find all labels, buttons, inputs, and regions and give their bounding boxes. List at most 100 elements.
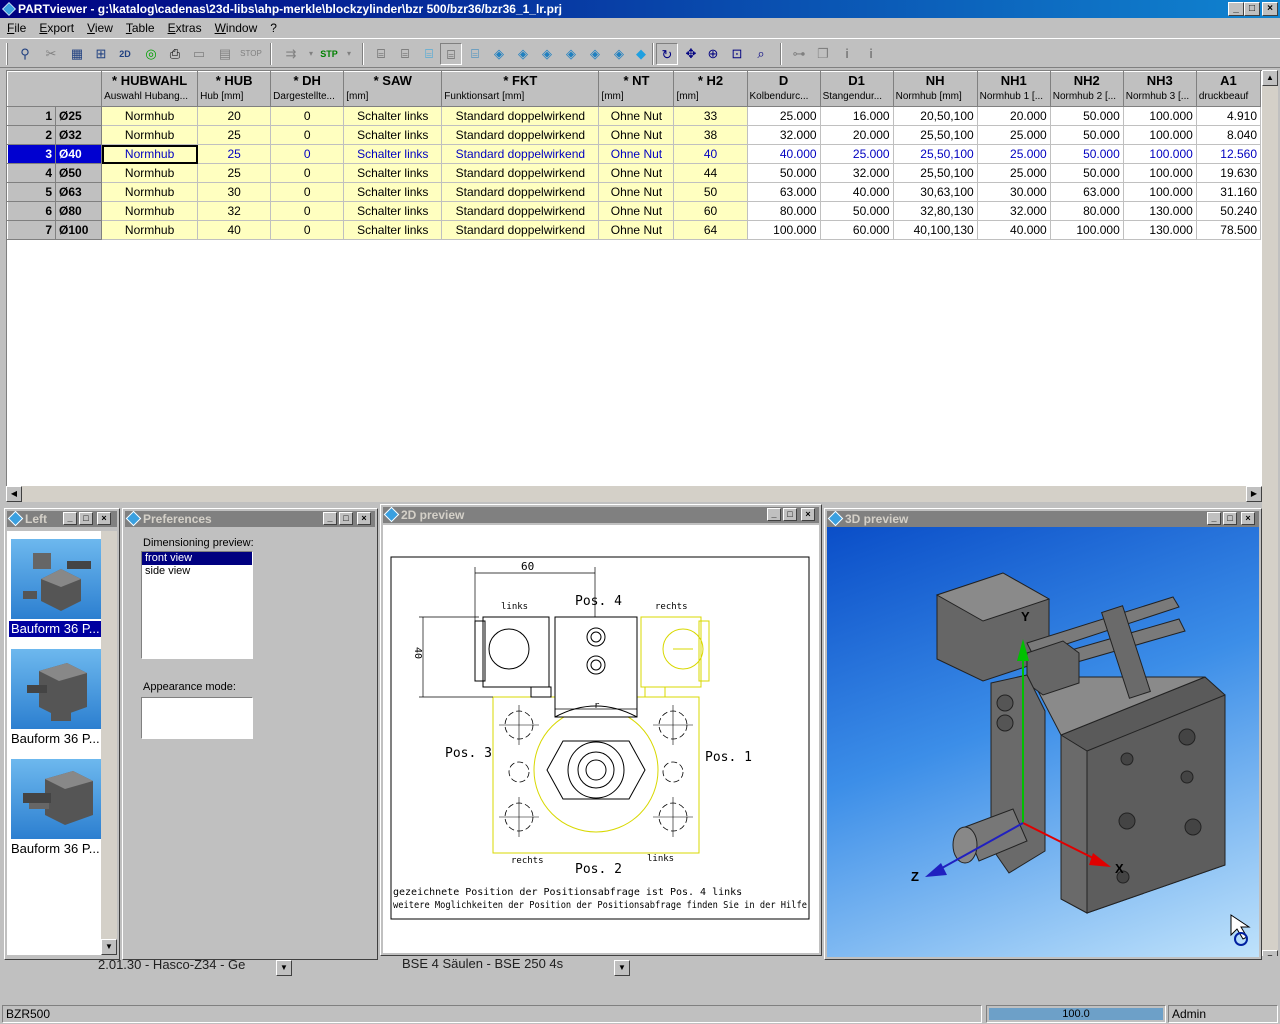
column-header[interactable]: * DH Dargestellte... <box>270 71 345 107</box>
table-cell[interactable]: 100.000 <box>1050 220 1124 240</box>
table-cell[interactable]: 40.000 <box>820 182 894 202</box>
column-header[interactable]: A1 druckbeauf <box>1195 71 1262 107</box>
cube7-icon[interactable]: ◆ <box>630 43 652 65</box>
table-cell[interactable]: 20.000 <box>820 125 894 145</box>
viewport-3d[interactable]: Y X Z <box>827 527 1259 957</box>
thumbnail-image[interactable] <box>11 759 103 839</box>
menu-help[interactable]: ? <box>263 18 283 38</box>
table-row[interactable]: 5 Ø63 Normhub 30 0 Schalter links Standard dop… <box>7 182 1262 202</box>
table-cell[interactable]: Normhub <box>101 201 199 221</box>
stop-icon[interactable]: STOP <box>240 43 262 65</box>
maximize-button[interactable]: □ <box>1244 2 1260 16</box>
row-name[interactable]: Ø100 <box>55 220 103 240</box>
left-panel-scrollbar[interactable]: ▼ <box>101 531 117 955</box>
table-cell[interactable]: 25.000 <box>977 144 1051 164</box>
menu-file[interactable]: File <box>0 18 32 38</box>
cube1-icon[interactable]: ◈ <box>488 43 510 65</box>
appearance-listbox[interactable] <box>141 697 253 739</box>
scroll-right-button[interactable]: ▶ <box>1246 486 1262 502</box>
table-cell[interactable]: Ohne Nut <box>598 163 675 183</box>
menu-extras[interactable]: Extras <box>161 18 208 38</box>
zoom-window-icon[interactable]: ⌕ <box>750 43 772 65</box>
table-cell[interactable]: 50.000 <box>1050 144 1124 164</box>
table-cell[interactable]: 50.000 <box>820 201 894 221</box>
info-icon[interactable]: i <box>836 43 858 65</box>
table-cell[interactable]: 0 <box>270 125 345 145</box>
table-cell[interactable]: 100.000 <box>1123 125 1197 145</box>
table-cell[interactable]: Standard doppelwirkend <box>441 144 600 164</box>
table-cell[interactable]: 40,100,130 <box>893 220 978 240</box>
drawing-canvas[interactable]: 60 40 r links rechts Pos. 4 Pos. 3 Pos. … <box>383 525 819 953</box>
table-cell[interactable]: Ohne Nut <box>598 220 675 240</box>
thumbnail-image[interactable] <box>11 539 103 619</box>
table-cell[interactable]: 40.000 <box>977 220 1051 240</box>
table-cell[interactable]: 8.040 <box>1196 125 1262 145</box>
row-name[interactable]: Ø63 <box>55 182 103 202</box>
cube6-icon[interactable]: ◈ <box>608 43 630 65</box>
table-cell[interactable]: 0 <box>270 163 345 183</box>
rotate-icon[interactable]: ↻ <box>656 43 678 65</box>
scroll-up-button[interactable]: ▲ <box>1262 70 1278 86</box>
table-cell[interactable]: 38 <box>673 125 748 145</box>
table-cell[interactable]: 130.000 <box>1123 201 1197 221</box>
table-cell[interactable]: 25.000 <box>977 125 1051 145</box>
table-cell[interactable]: 19.630 <box>1196 163 1262 183</box>
table-cell[interactable]: Schalter links <box>343 125 443 145</box>
table-cell[interactable]: 25,50,100 <box>893 163 978 183</box>
table-cell[interactable]: Standard doppelwirkend <box>441 220 600 240</box>
table-cell[interactable]: 100.000 <box>1123 144 1197 164</box>
table-icon[interactable]: ▦ <box>66 43 88 65</box>
table-cell[interactable]: Ohne Nut <box>598 144 675 164</box>
table-cell[interactable]: 130.000 <box>1123 220 1197 240</box>
table-cell[interactable]: Ohne Nut <box>598 125 675 145</box>
keyboard-icon[interactable]: ▭ <box>188 43 210 65</box>
table-cell[interactable]: 30 <box>197 182 272 202</box>
minimize-button[interactable]: _ <box>63 512 77 525</box>
row-number[interactable]: 7 <box>7 220 57 240</box>
table-cell[interactable]: 32.000 <box>977 201 1051 221</box>
table-cell[interactable]: Normhub <box>101 182 199 202</box>
cylinder4-icon[interactable]: ⌸ <box>440 43 462 65</box>
column-header[interactable]: D Kolbendurc... <box>746 71 821 107</box>
row-number[interactable]: 6 <box>7 201 57 221</box>
table-cell[interactable]: Normhub <box>101 220 199 240</box>
maximize-button[interactable]: □ <box>1223 512 1237 525</box>
table-cell[interactable]: 33 <box>673 106 748 126</box>
table-cell[interactable]: 32 <box>197 201 272 221</box>
thumbnail-label[interactable]: Bauform 36 P... <box>9 731 103 747</box>
printer-icon[interactable]: ⎙ <box>164 43 186 65</box>
table-row[interactable]: 6 Ø80 Normhub 32 0 Schalter links Standard dop… <box>7 201 1262 221</box>
table-cell[interactable]: Standard doppelwirkend <box>441 201 600 221</box>
table-cell[interactable]: 64 <box>673 220 748 240</box>
table-cell[interactable]: Standard doppelwirkend <box>441 125 600 145</box>
cube3-icon[interactable]: ◈ <box>536 43 558 65</box>
table-cell[interactable]: 25 <box>197 144 272 164</box>
cube5-icon[interactable]: ◈ <box>584 43 606 65</box>
cube2-icon[interactable]: ◈ <box>512 43 534 65</box>
table-cell[interactable]: 20,50,100 <box>893 106 978 126</box>
table-cell[interactable]: 80.000 <box>747 201 821 221</box>
table-cell[interactable]: 63.000 <box>747 182 821 202</box>
table-cell[interactable]: 25.000 <box>977 163 1051 183</box>
cylinder5-icon[interactable]: ⌸ <box>464 43 486 65</box>
column-header[interactable]: NH3 Normhub 3 [... <box>1122 71 1197 107</box>
table-cell[interactable]: Schalter links <box>343 163 443 183</box>
table-cell[interactable]: Standard doppelwirkend <box>441 106 600 126</box>
table-cell[interactable]: 20 <box>197 106 272 126</box>
horizontal-scrollbar[interactable]: ◀ ▶ <box>6 486 1262 502</box>
column-header[interactable]: NH1 Normhub 1 [... <box>976 71 1051 107</box>
table-cell[interactable]: 25,50,100 <box>893 144 978 164</box>
tree-icon[interactable]: ⊶ <box>788 43 810 65</box>
table-cell[interactable]: 30,63,100 <box>893 182 978 202</box>
thumbnail-image[interactable] <box>11 649 103 729</box>
list-item[interactable]: side view <box>142 565 252 578</box>
menu-table[interactable]: Table <box>119 18 161 38</box>
row-number[interactable]: 3 <box>7 144 57 164</box>
binoculars-icon[interactable]: ⚲ <box>14 43 36 65</box>
zoom-fit-icon[interactable]: ⊡ <box>726 43 748 65</box>
table-cell[interactable]: Normhub <box>101 106 199 126</box>
table-cell[interactable]: 50.240 <box>1196 201 1262 221</box>
cylinder3-icon[interactable]: ⌸ <box>418 43 440 65</box>
table-cell[interactable]: 100.000 <box>747 220 821 240</box>
row-number[interactable]: 2 <box>7 125 57 145</box>
